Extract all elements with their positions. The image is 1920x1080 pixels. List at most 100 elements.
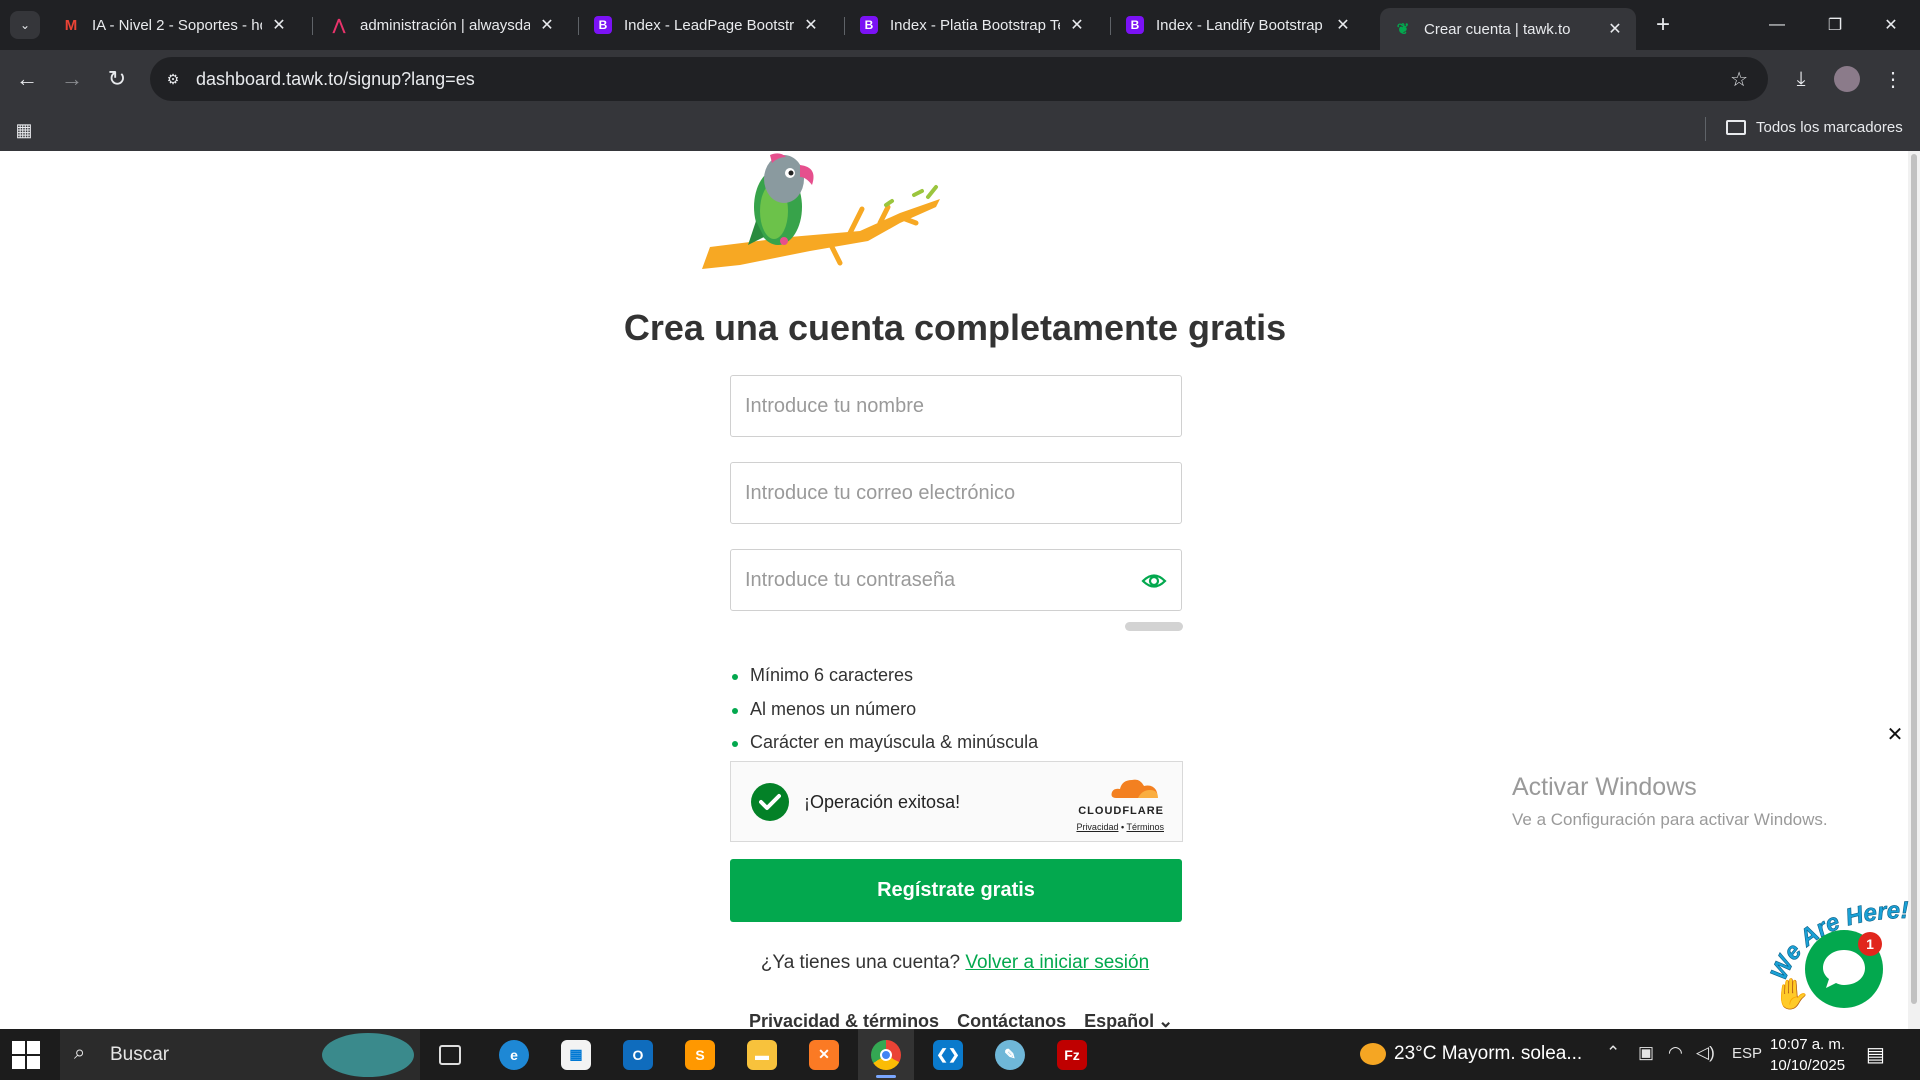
tab-alwaysdata[interactable]: ⋀ administración | alwaysdat ✕	[316, 8, 568, 42]
edge-icon[interactable]: e	[486, 1029, 542, 1080]
login-question: ¿Ya tienes una cuenta?	[760, 952, 961, 973]
scrollbar-thumb[interactable]	[1911, 154, 1917, 1004]
tab-search-button[interactable]: ⌄	[10, 11, 40, 39]
tawkto-icon: ❦	[1396, 21, 1410, 38]
window-close-button[interactable]: ✕	[1862, 0, 1920, 50]
new-tab-button[interactable]: +	[1650, 11, 1676, 38]
tab-tawkto-active[interactable]: ❦ Crear cuenta | tawk.to ✕	[1380, 8, 1636, 50]
close-icon[interactable]: ✕	[270, 16, 288, 34]
meet-now-icon[interactable]: ▣	[1638, 1043, 1654, 1063]
tab-separator	[1110, 17, 1111, 35]
notifications-icon[interactable]: ▤	[1866, 1042, 1885, 1067]
url-text[interactable]: dashboard.tawk.to/signup?lang=es	[196, 69, 475, 90]
restore-button[interactable]: ❐	[1806, 0, 1864, 50]
profile-avatar[interactable]	[1834, 66, 1860, 92]
bootstrap-icon: B	[1126, 16, 1144, 34]
captcha-status: ¡Operación exitosa!	[804, 792, 961, 812]
tab-separator	[578, 17, 579, 35]
apps-grid-icon[interactable]: ▦	[12, 118, 36, 142]
reload-button[interactable]: ↻	[102, 64, 132, 94]
password-field[interactable]	[730, 549, 1182, 611]
chrome-icon[interactable]	[858, 1029, 914, 1080]
chat-widget-close-icon[interactable]: ✕	[1884, 723, 1906, 746]
system-clock[interactable]: 10:07 a. m. 10/10/2025	[1770, 1034, 1845, 1076]
active-app-indicator	[876, 1075, 896, 1078]
tab-leadpage[interactable]: B Index - LeadPage Bootstrap ✕	[580, 8, 832, 42]
success-check-icon	[751, 783, 789, 821]
tab-separator	[844, 17, 845, 35]
requirement-item: Carácter en mayúscula & minúscula	[730, 726, 1038, 760]
vscode-icon[interactable]: ❮❯	[920, 1029, 976, 1080]
gmail-icon: M	[64, 16, 78, 34]
login-prompt: ¿Ya tienes una cuenta? Volver a iniciar …	[0, 952, 1910, 974]
password-input[interactable]	[731, 550, 1181, 610]
xampp-icon[interactable]: ✕	[796, 1029, 852, 1080]
captcha-link-separator: •	[1120, 822, 1125, 832]
windows-activation-watermark: Activar Windows Ve a Configuración para …	[1512, 773, 1828, 830]
menu-kebab-icon[interactable]: ⋮	[1878, 64, 1908, 94]
contact-link[interactable]: Contáctanos	[957, 1011, 1066, 1029]
task-view-icon[interactable]	[422, 1029, 478, 1080]
address-bar[interactable]: ⚙ dashboard.tawk.to/signup?lang=es ☆	[150, 57, 1768, 101]
tab-gmail[interactable]: M IA - Nivel 2 - Soportes - hd ✕	[48, 8, 300, 42]
email-input[interactable]	[731, 463, 1181, 523]
chat-unread-badge: 1	[1858, 932, 1882, 956]
captcha-privacy-link[interactable]: Privacidad	[1076, 822, 1118, 832]
outlook-icon[interactable]: O	[610, 1029, 666, 1080]
tab-title: administración | alwaysdat	[360, 16, 530, 34]
clock-time: 10:07 a. m.	[1770, 1036, 1846, 1053]
close-icon[interactable]: ✕	[538, 16, 556, 34]
input-language[interactable]: ESP	[1732, 1045, 1762, 1062]
show-password-eye-icon[interactable]	[1141, 569, 1167, 593]
close-icon[interactable]: ✕	[1606, 20, 1624, 38]
all-bookmarks-button[interactable]: Todos los marcadores	[1726, 119, 1903, 136]
cloudflare-wordmark: CLOUDFLARE	[1078, 805, 1164, 817]
wifi-icon[interactable]: ◠	[1668, 1043, 1683, 1063]
cloudflare-turnstile-widget[interactable]: ¡Operación exitosa! CLOUDFLARE Privacida…	[730, 761, 1183, 842]
close-icon[interactable]: ✕	[1334, 16, 1352, 34]
bootstrap-icon: B	[860, 16, 878, 34]
folder-icon	[1726, 120, 1746, 135]
search-placeholder: Buscar	[110, 1044, 170, 1065]
privacy-terms-link[interactable]: Privacidad & términos	[749, 1011, 939, 1029]
language-selector[interactable]: Español ⌄	[1084, 1011, 1173, 1029]
activation-subtitle: Ve a Configuración para activar Windows.	[1512, 810, 1828, 829]
register-button[interactable]: Regístrate gratis	[730, 859, 1182, 922]
forward-button[interactable]: →	[57, 64, 87, 94]
close-icon[interactable]: ✕	[1068, 16, 1086, 34]
bookmarks-separator	[1705, 117, 1706, 141]
tab-title: Index - LeadPage Bootstrap	[624, 16, 794, 34]
filezilla-icon[interactable]: Fz	[1044, 1029, 1100, 1080]
minimize-button[interactable]: —	[1748, 0, 1806, 50]
chat-bubble-icon	[1823, 950, 1865, 988]
tab-platia[interactable]: B Index - Platia Bootstrap Ter ✕	[846, 8, 1098, 42]
back-button[interactable]: ←	[12, 64, 42, 94]
site-info-icon[interactable]: ⚙	[162, 68, 184, 90]
close-icon[interactable]: ✕	[802, 16, 820, 34]
windows-start-button[interactable]	[12, 1041, 40, 1069]
tray-chevron-up-icon[interactable]: ⌃	[1606, 1043, 1620, 1063]
tawkto-parrot-logo	[702, 153, 940, 269]
paint-icon[interactable]: ✎	[982, 1029, 1038, 1080]
tab-landify[interactable]: B Index - Landify Bootstrap T ✕	[1112, 8, 1364, 42]
taskbar-search[interactable]: ⌕ Buscar	[60, 1029, 420, 1080]
bookmark-star-icon[interactable]: ☆	[1730, 67, 1748, 92]
waving-hand-icon: ✋	[1773, 976, 1810, 1010]
footer-links: Privacidad & términos Contáctanos Españo…	[749, 1011, 1173, 1029]
name-field[interactable]	[730, 375, 1182, 437]
microsoft-store-icon[interactable]: ▦	[548, 1029, 604, 1080]
download-icon[interactable]: ⤓	[1786, 64, 1816, 94]
email-field[interactable]	[730, 462, 1182, 524]
tab-title: Index - Platia Bootstrap Ter	[890, 16, 1060, 34]
sublime-text-icon[interactable]: S	[672, 1029, 728, 1080]
login-link[interactable]: Volver a iniciar sesión	[965, 952, 1149, 973]
bookmarks-bar: ▦ Todos los marcadores	[0, 108, 1920, 151]
requirement-item: Mínimo 6 caracteres	[730, 659, 1038, 693]
file-explorer-icon[interactable]: ▬	[734, 1029, 790, 1080]
weather-widget[interactable]: 23°C Mayorm. solea...	[1360, 1043, 1582, 1065]
browser-toolbar: ← → ↻ ⚙ dashboard.tawk.to/signup?lang=es…	[0, 50, 1920, 108]
volume-icon[interactable]: ◁)	[1696, 1043, 1715, 1063]
captcha-terms-link[interactable]: Términos	[1126, 822, 1164, 832]
name-input[interactable]	[731, 376, 1181, 436]
browser-tab-bar: ⌄ M IA - Nivel 2 - Soportes - hd ✕ ⋀ adm…	[0, 0, 1920, 50]
